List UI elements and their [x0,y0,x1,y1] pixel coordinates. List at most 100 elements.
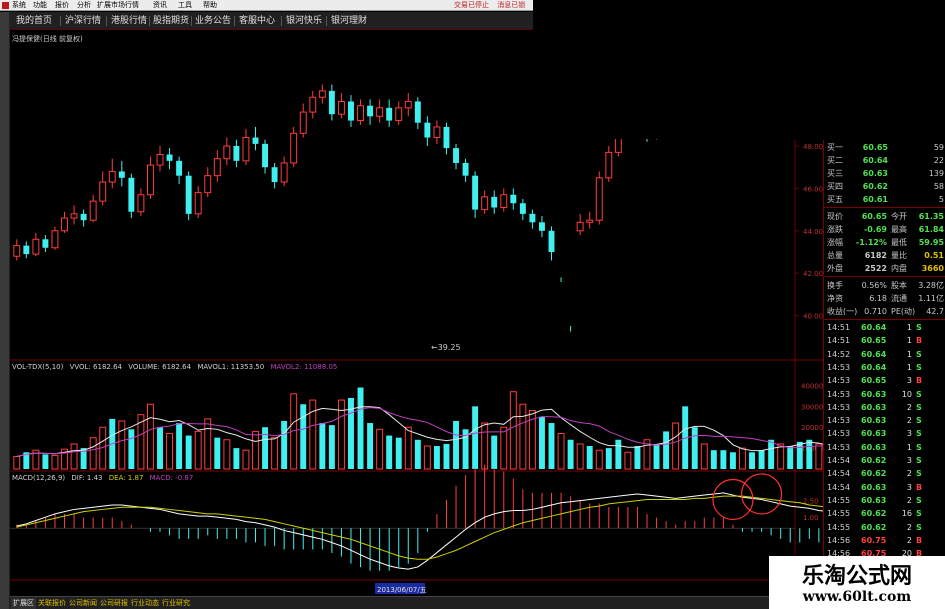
tab-related-quotes[interactable]: 关联报价 [38,598,66,609]
vol-name: VOL-TDX(5,10) [12,363,64,371]
candle-up [586,219,594,223]
volume-bar-down [653,443,660,469]
candle-up [89,200,97,221]
tick-price: 60.62 [861,509,887,519]
vol-vvol: VVOL: 6182.64 [69,363,122,371]
candle-down [519,203,526,214]
order-book-qty: 5 [938,195,944,204]
volume-bar-down [472,406,479,469]
volume-bar-up [252,430,259,470]
quote-stat-row: 现价 60.65 今开 61.35 [824,210,945,223]
macd-name: MACD(12,26,9) [12,474,66,482]
tab-company-news[interactable]: 公司新闻 [69,598,97,609]
candle-up [99,181,107,202]
tab-company-research[interactable]: 公司研报 [100,598,128,609]
candle-up [32,238,40,255]
candle-up [500,194,508,208]
candle-up [357,105,364,122]
tick-side: S [916,469,922,479]
volume-bar-down [548,423,555,469]
candle-up [242,137,250,162]
tick-side: S [916,509,922,519]
tick-volume: 2 [906,416,912,426]
volume-bar-down [328,425,335,469]
volume-bar-down [538,416,545,469]
candle-down [262,143,269,168]
candle-down [462,162,469,176]
volume-bar-down [157,427,163,469]
volume-bar-down [233,448,240,469]
quote-stat-value: 60.65 [861,212,887,221]
quote-stat-row: 涨跌 -0.69 最高 61.84 [824,223,945,236]
tick-row: 14:53 60.63 3 S [824,427,945,440]
volume-bar-up [500,426,508,470]
order-book-label: 买二 [827,156,843,165]
tick-side: S [916,495,922,505]
macd-indicator-title: MACD(12,26,9) DIF: 1.43 DEA: 1.87 MACD: … [12,474,197,482]
tick-time: 14:55 [827,509,851,519]
volume-bar-up [423,445,431,470]
order-book-price: 60.65 [862,143,888,152]
order-book-qty: 22 [933,156,944,165]
volume-bar-down [185,435,192,469]
tick-volume: 1 [906,362,912,372]
volume-bar-up [576,443,584,470]
volume-bar-down [300,404,307,469]
volume-bar-up [519,403,527,470]
tick-price: 60.63 [861,416,887,426]
redacted-area-middle [275,282,669,326]
candle-up [595,177,603,221]
volume-bar-down [491,435,498,469]
volume-bar-down [357,387,364,469]
tick-volume: 3 [906,456,912,465]
volume-bar-up [13,455,21,470]
candle-down [548,230,555,252]
volume-bar-down [634,446,641,469]
quote-stat-value: 3.28亿 [918,281,944,290]
candle-down [185,175,192,214]
volume-bar-up [481,422,489,470]
tick-volume: 10 [901,389,912,399]
quote-stat-value: 0.56% [861,281,887,290]
tab-industry-research[interactable]: 行业研究 [162,598,190,609]
tick-time: 14:53 [827,376,851,386]
volume-bar-up [271,437,279,470]
tick-time: 14:53 [827,416,851,426]
volume-bar-down [262,427,269,469]
order-book-qty: 59 [933,143,944,152]
quote-stat-row: 外盘 2522 内盘 3660 [824,262,945,275]
candle-up [280,162,288,183]
tab-extension-area[interactable]: 扩展区 [11,598,36,609]
quote-stat-row: 换手 0.56% 股本 3.28亿 [824,279,945,292]
tick-volume: 1 [906,336,912,346]
candle-up [70,213,78,219]
volume-bar-down [768,439,775,469]
tick-row: 14:51 60.64 1 S [824,321,945,334]
tick-price: 60.65 [861,376,887,386]
candle-down [348,101,354,121]
tick-volume: 2 [906,495,912,505]
quote-stat-label: 外盘 [827,264,843,273]
tick-side: S [916,456,922,465]
tick-side: S [916,416,922,426]
tick-side: S [916,522,922,532]
bottom-tab-bar: 扩展区 关联报价 公司新闻 公司研报 行业动态 行业研究 [10,596,823,609]
tick-price: 60.63 [861,389,887,399]
volume-bar-up [204,418,212,470]
quote-stat-row: 净资 6.18 流通 1.11亿 [824,292,945,305]
tick-volume: 3 [906,429,912,439]
tab-industry-news[interactable]: 行业动态 [131,598,159,609]
tick-time: 14:53 [827,402,851,412]
quote-panel: 买一 60.65 59 买二 60.64 22 买三 60.63 139 买四 60.62 58 买五 6… [823,140,945,580]
candle-up [605,151,613,179]
candle-up [318,90,326,98]
volume-bar-down [319,423,326,469]
tick-volume: 2 [906,535,912,545]
quote-stat-value: 61.84 [918,225,944,234]
quote-stat-row: 涨幅 -1.12% 最低 59.95 [824,236,945,249]
volume-bar-up [404,426,412,470]
candle-up [13,245,21,257]
volume-bar-down [214,437,221,469]
volume-bar-down [787,446,794,469]
order-book-row: 买三 60.63 139 [824,167,945,180]
